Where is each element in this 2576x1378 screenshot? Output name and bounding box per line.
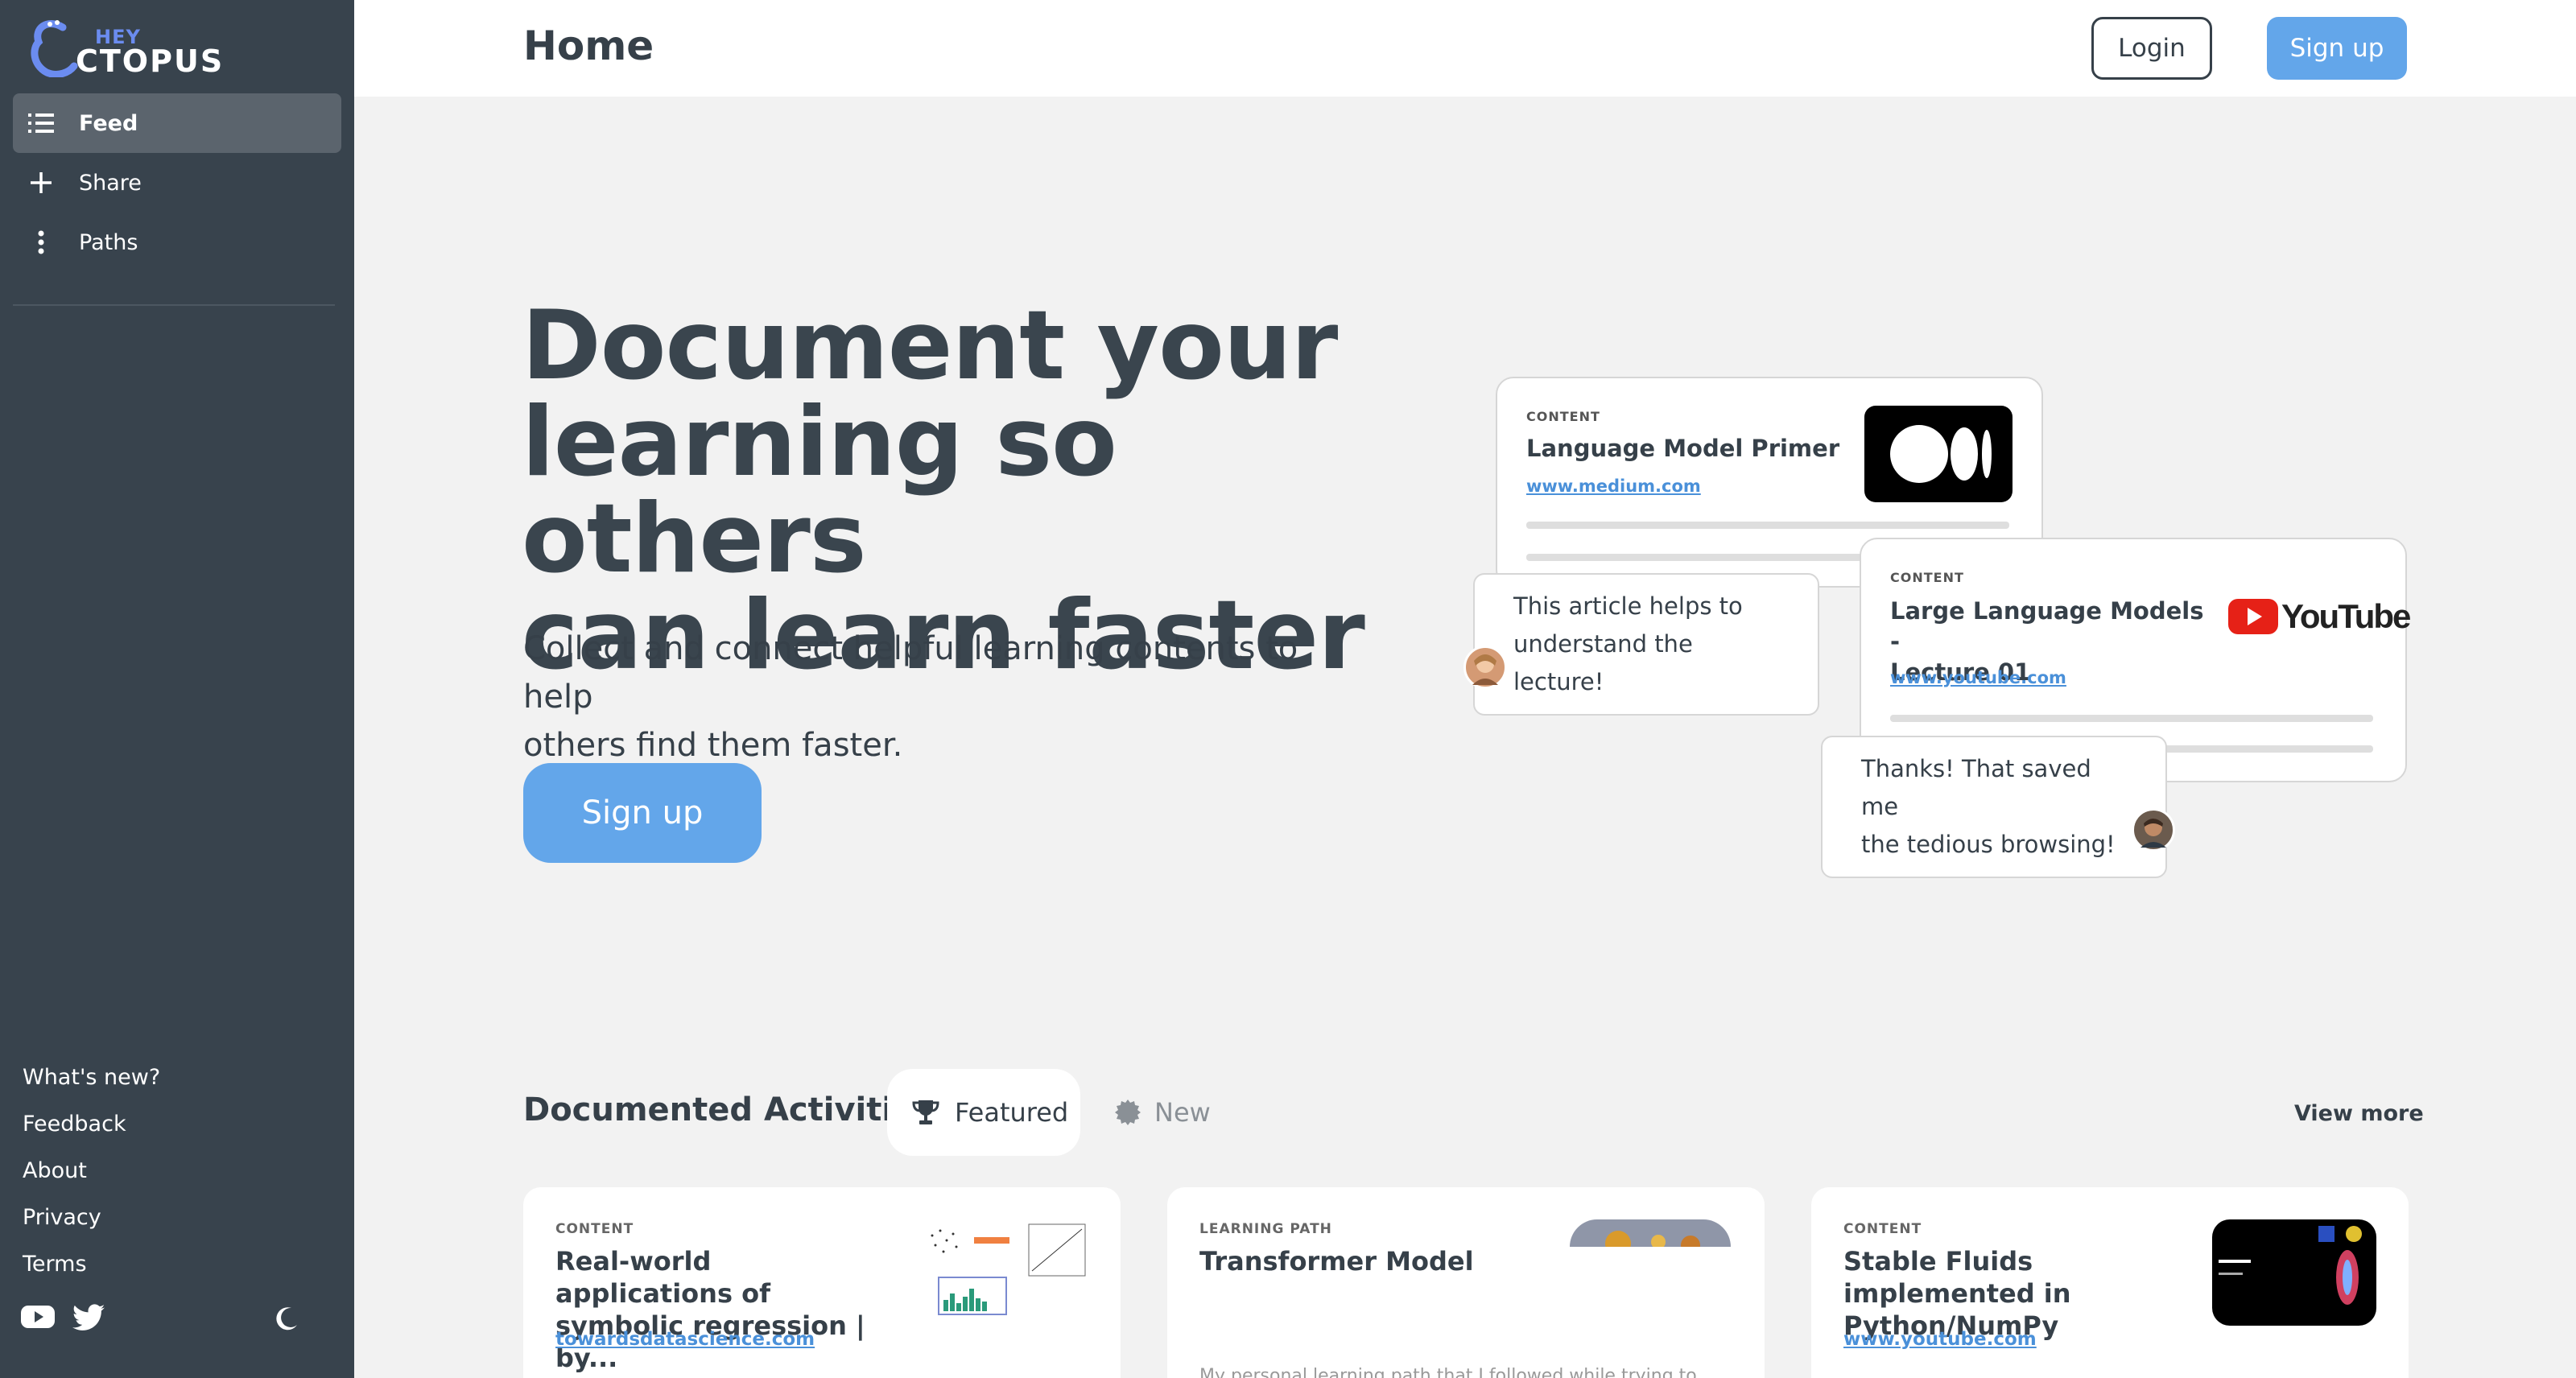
comment-line: understand the lecture! [1513,630,1693,695]
terms-link[interactable]: Terms [23,1241,160,1288]
activity-card[interactable]: CONTENT Real-world applications of symbo… [523,1187,1121,1378]
sidebar-item-paths[interactable]: Paths [13,212,341,272]
path-thumbnail [1570,1219,1731,1247]
card-tag: CONTENT [1843,1221,1922,1237]
hero-subtitle: Collect and connect helpful learning con… [523,625,1344,769]
card-link[interactable]: www.youtube.com [1843,1329,2037,1350]
comment-line: This article helps to [1513,592,1743,620]
youtube-logo-icon: YouTube [2228,597,2411,636]
twitter-icon[interactable] [72,1304,105,1335]
logo-name: CTOPUS [76,43,225,79]
tab-featured[interactable]: Featured [887,1069,1080,1156]
youtube-wordmark: YouTube [2281,597,2411,635]
login-button[interactable]: Login [2091,17,2212,80]
octopus-logo-icon [31,20,78,77]
placeholder-bar [1526,554,1864,561]
card-title: Real-world applications of symbolic regr… [555,1245,894,1374]
sidebar-nav: Feed Share Paths [13,93,341,272]
youtube-icon[interactable] [21,1304,55,1335]
article-thumbnail [924,1219,1088,1319]
activity-card[interactable]: LEARNING PATH Transformer Model My perso… [1167,1187,1765,1378]
hero-title-line: learning so others [522,387,1117,595]
whats-new-link[interactable]: What's new? [23,1054,160,1101]
card-link[interactable]: towardsdatascience.com [555,1329,815,1350]
sidebar-item-label: Feed [79,110,138,136]
card-tag: CONTENT [1890,570,1964,585]
about-link[interactable]: About [23,1148,160,1194]
hero-signup-button[interactable]: Sign up [523,763,762,863]
card-link: www.medium.com [1526,477,1701,496]
section-title: Documented Activities [523,1091,935,1128]
card-tag: CONTENT [1526,409,1600,424]
tab-new[interactable]: New [1114,1069,1227,1156]
tab-label: Featured [955,1097,1069,1128]
comment-line: the tedious browsing! [1861,831,2116,858]
sidebar-divider [13,304,335,306]
card-description: My personal learning path that I followe… [1199,1366,1697,1378]
sidebar-item-share[interactable]: Share [13,153,341,212]
page-title: Home [523,23,654,69]
sidebar-item-feed[interactable]: Feed [13,93,341,153]
card-title: Transformer Model [1199,1245,1538,1277]
card-title-line: Transformer Model [1199,1246,1474,1277]
plus-icon [27,169,55,196]
hero-title-line: Document your [522,291,1338,402]
comment-bubble: This article helps to understand the lec… [1473,573,1819,716]
medium-logo-icon [1864,406,2013,502]
card-tag: CONTENT [555,1221,634,1237]
sidebar-footer-links: What's new? Feedback About Privacy Terms [23,1054,160,1288]
card-title-line: Large Language Models - [1890,597,2204,655]
sidebar: HEY CTOPUS Feed Share Paths What's new? … [0,0,354,1378]
sidebar-item-label: Paths [79,229,138,255]
comment-bubble: Thanks! That saved me the tedious browsi… [1821,736,2167,878]
signup-button[interactable]: Sign up [2267,17,2407,80]
new-badge-icon [1114,1099,1141,1126]
hero-subtitle-line: others find them faster. [523,727,903,764]
placeholder-bar [1526,522,2009,529]
card-title: Stable Fluids implemented in Python/NumP… [1843,1245,2182,1342]
avatar [2132,808,2175,852]
top-header [354,0,2576,97]
feedback-link[interactable]: Feedback [23,1101,160,1148]
card-title: Language Model Primer [1526,435,1840,462]
avatar [1463,646,1507,689]
view-more-link[interactable]: View more [2294,1101,2424,1126]
trophy-icon [911,1098,940,1127]
comment-line: Thanks! That saved me [1861,755,2091,820]
list-icon [27,109,55,137]
card-link: www.youtube.com [1890,668,2066,687]
card-tag: LEARNING PATH [1199,1221,1332,1237]
sidebar-item-label: Share [79,170,142,196]
tab-label: New [1154,1097,1211,1128]
video-thumbnail [2212,1219,2376,1326]
social-links [21,1304,105,1335]
placeholder-bar [1890,715,2373,722]
logo[interactable]: HEY CTOPUS [31,16,222,79]
card-title-line: Stable Fluids implemented in [1843,1246,2071,1309]
card-title-line: Real-world applications of [555,1246,771,1309]
hero-subtitle-line: Collect and connect helpful learning con… [523,630,1298,716]
privacy-link[interactable]: Privacy [23,1194,160,1241]
moon-icon[interactable] [274,1306,299,1335]
more-vertical-icon [27,229,55,256]
activity-card[interactable]: CONTENT Stable Fluids implemented in Pyt… [1811,1187,2409,1378]
